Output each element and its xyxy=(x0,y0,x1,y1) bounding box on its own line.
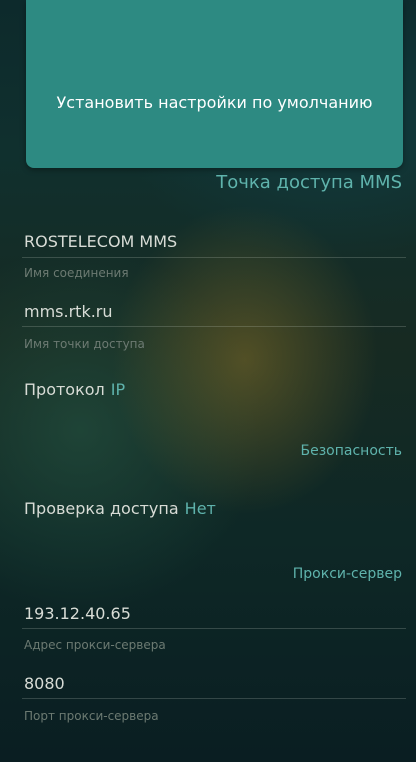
protocol-label: Протокол xyxy=(24,380,105,399)
proxy-port-value: 8080 xyxy=(24,674,65,693)
connection-name-caption: Имя соединения xyxy=(24,266,129,280)
auth-check-value: Нет xyxy=(184,499,216,518)
protocol-value: IP xyxy=(110,380,126,399)
proxy-port-divider xyxy=(22,698,406,699)
access-point-name-divider xyxy=(22,326,406,327)
access-point-name-value: mms.rtk.ru xyxy=(24,302,113,321)
set-default-settings-button[interactable]: Установить настройки по умолчанию xyxy=(26,0,403,168)
security-section-title: Безопасность xyxy=(300,443,402,459)
proxy-address-value: 193.12.40.65 xyxy=(24,604,131,623)
proxy-port-caption: Порт прокси-сервера xyxy=(24,709,159,723)
connection-name-value: ROSTELECOM MMS xyxy=(24,232,178,251)
auth-check-label: Проверка доступа xyxy=(24,499,179,518)
set-default-settings-label: Установить настройки по умолчанию xyxy=(56,93,373,112)
mms-access-point-title: Точка доступа MMS xyxy=(216,172,402,193)
proxy-address-divider xyxy=(22,628,406,629)
access-point-name-caption: Имя точки доступа xyxy=(24,337,145,351)
proxy-address-caption: Адрес прокси-сервера xyxy=(24,638,166,652)
proxy-server-section-title: Прокси-сервер xyxy=(292,566,402,582)
connection-name-divider xyxy=(22,257,406,258)
protocol-row[interactable]: Протокол IP xyxy=(24,380,125,399)
auth-check-row[interactable]: Проверка доступа Нет xyxy=(24,499,216,518)
